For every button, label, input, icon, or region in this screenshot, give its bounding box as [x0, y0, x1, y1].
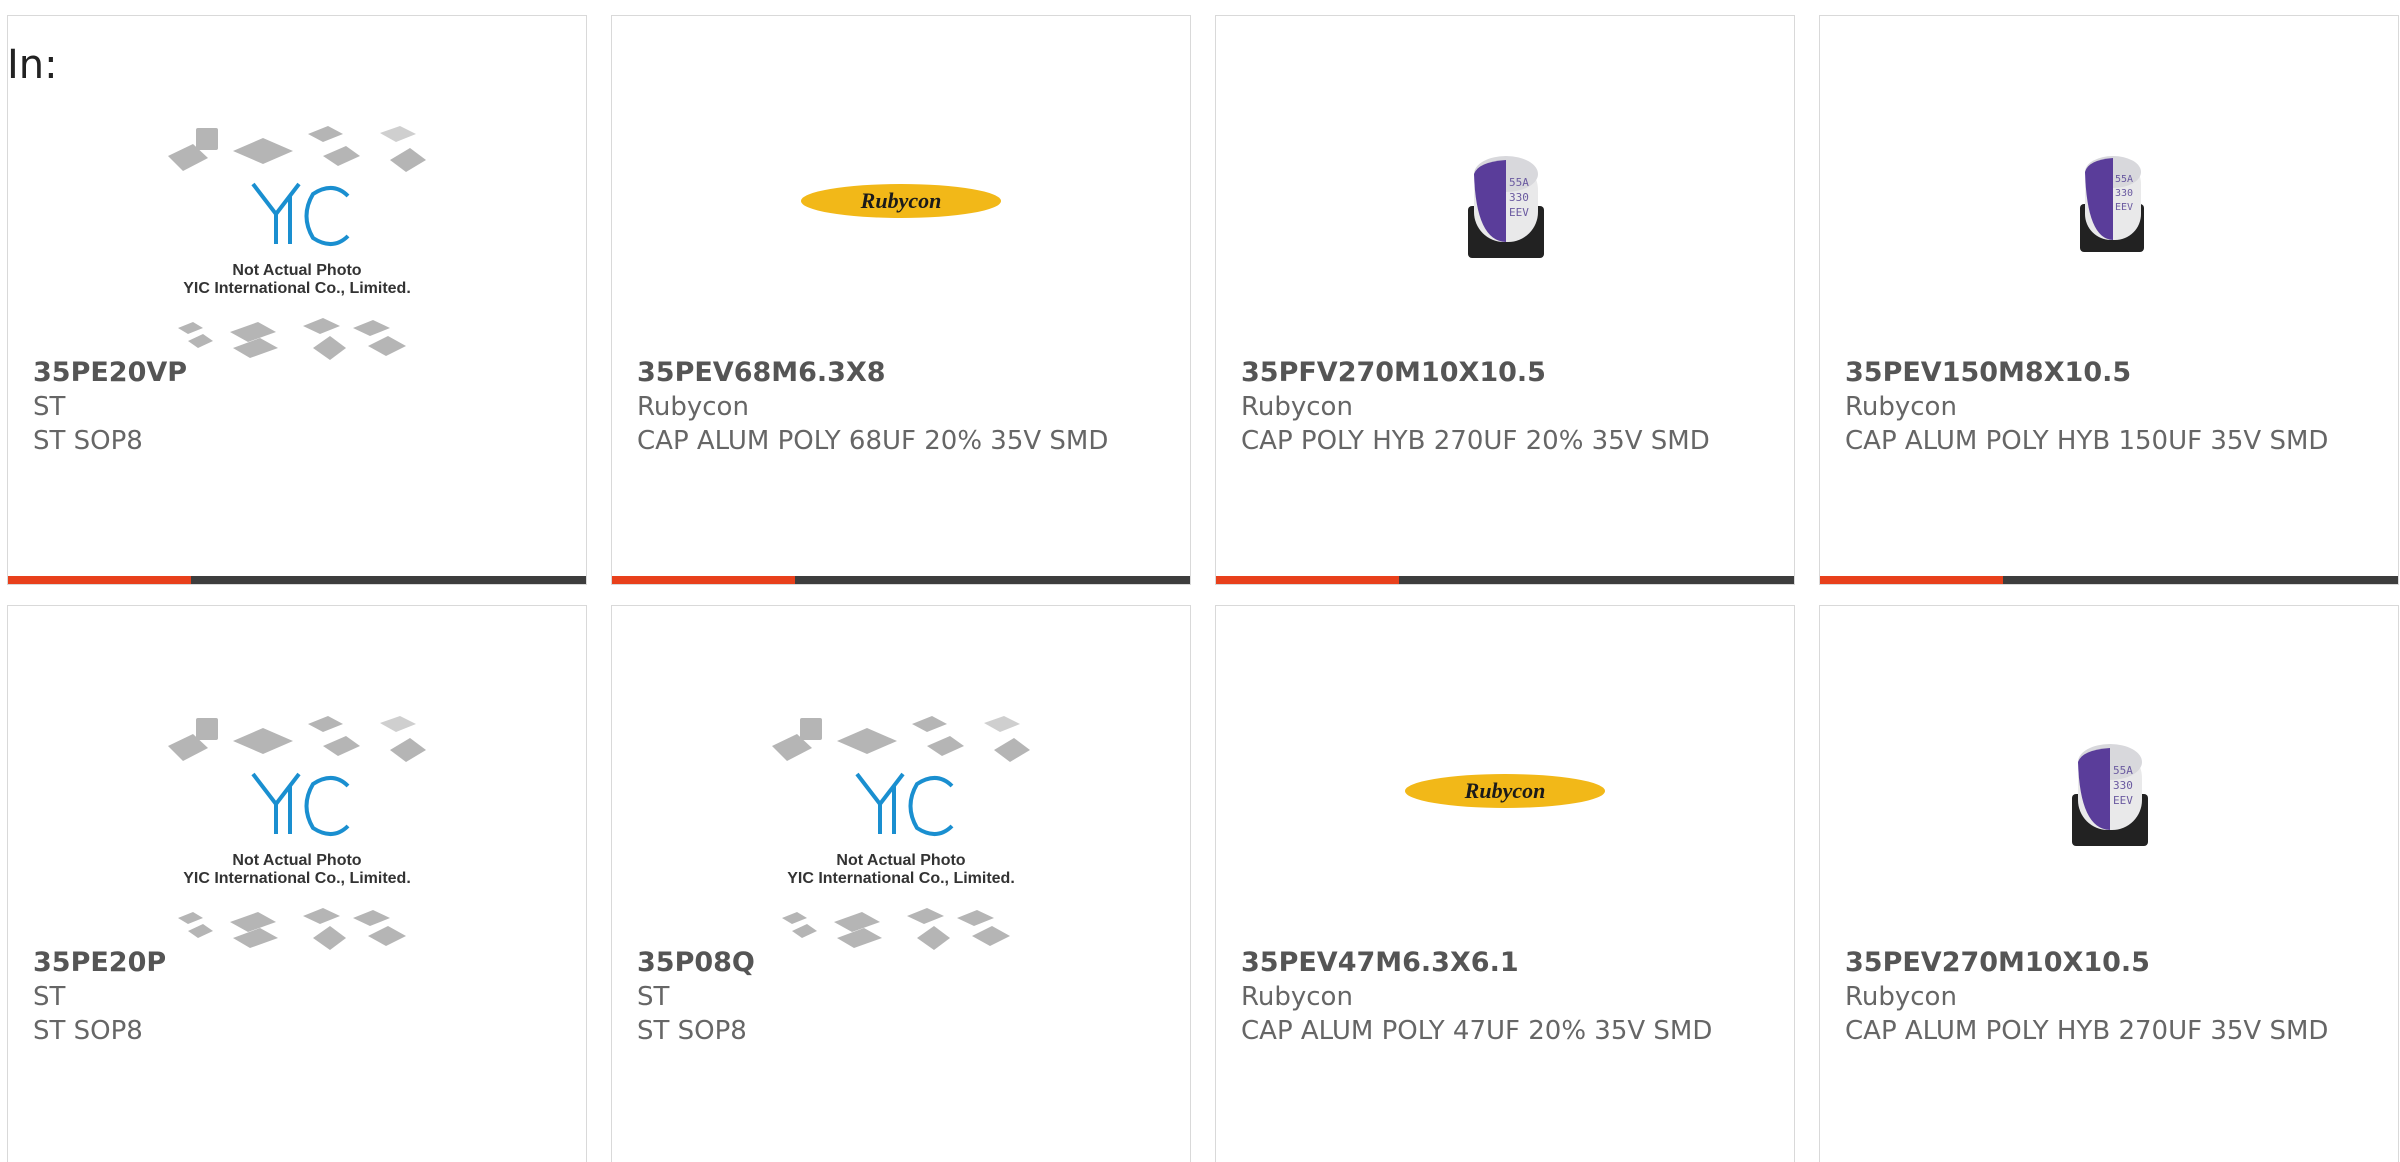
svg-text:330: 330 — [2115, 188, 2133, 199]
product-info: 35PEV270M10X10.5 Rubycon CAP ALUM POLY H… — [1845, 946, 2365, 1048]
capacitor-photo-icon: 55A 330 EEV — [2072, 744, 2148, 846]
product-card[interactable]: Rubycon 35PEV68M6.3X8 Rubycon CAP ALUM P… — [611, 15, 1191, 585]
product-card[interactable]: Not Actual Photo YIC International Co., … — [7, 15, 587, 585]
part-number[interactable]: 35PFV270M10X10.5 — [1241, 356, 1761, 390]
accent-fill — [8, 576, 191, 584]
card-accent-bar — [8, 576, 586, 584]
manufacturer: Rubycon — [637, 392, 749, 422]
product-info: 35PEV47M6.3X6.1 Rubycon CAP ALUM POLY 47… — [1241, 946, 1761, 1048]
rubycon-logo-icon: Rubycon — [801, 184, 1001, 218]
placeholder-line2: YIC International Co., Limited. — [183, 280, 411, 297]
svg-text:55A: 55A — [2115, 174, 2133, 185]
product-info: 35P08Q ST ST SOP8 — [637, 946, 1157, 1048]
filter-label: In: — [7, 42, 58, 88]
product-grid-page: In: Not Actual Photo YIC International C… — [0, 0, 2400, 1162]
part-number[interactable]: 35PE20VP — [33, 356, 553, 390]
description: CAP ALUM POLY 68UF 20% 35V SMD — [637, 426, 1109, 456]
description: ST SOP8 — [33, 1016, 143, 1046]
description: CAP ALUM POLY HYB 150UF 35V SMD — [1845, 426, 2329, 456]
product-image-logo: Rubycon — [612, 36, 1190, 366]
part-number[interactable]: 35PEV47M6.3X6.1 — [1241, 946, 1761, 980]
product-card[interactable]: Rubycon 35PEV47M6.3X6.1 Rubycon CAP ALUM… — [1215, 605, 1795, 1162]
product-card[interactable]: 55A 330 EEV 35PFV270M10X10.5 Rubycon CAP… — [1215, 15, 1795, 585]
product-image-photo: 55A 330 EEV — [1820, 36, 2398, 366]
svg-text:55A: 55A — [2113, 764, 2133, 777]
capacitor-photo-icon: 55A 330 EEV — [1468, 156, 1544, 258]
part-number[interactable]: 35PEV68M6.3X8 — [637, 356, 1157, 390]
part-number[interactable]: 35PEV270M10X10.5 — [1845, 946, 2365, 980]
card-accent-bar — [1216, 576, 1794, 584]
description: CAP ALUM POLY 47UF 20% 35V SMD — [1241, 1016, 1713, 1046]
product-card[interactable]: 55A 330 EEV 35PEV270M10X10.5 Rubycon CAP… — [1819, 605, 2399, 1162]
product-image-photo: 55A 330 EEV — [1216, 36, 1794, 366]
product-card[interactable]: Not Actual Photo YIC International Co., … — [7, 605, 587, 1162]
placeholder-line1: Not Actual Photo — [232, 262, 361, 279]
description: ST SOP8 — [33, 426, 143, 456]
product-image-photo: 55A 330 EEV — [1820, 626, 2398, 956]
svg-text:YIC International Co., Limited: YIC International Co., Limited. — [787, 870, 1015, 887]
svg-text:EEV: EEV — [2113, 794, 2133, 807]
svg-text:55A: 55A — [1509, 176, 1529, 189]
svg-text:EEV: EEV — [1509, 206, 1529, 219]
product-info: 35PEV150M8X10.5 Rubycon CAP ALUM POLY HY… — [1845, 356, 2365, 458]
svg-text:EEV: EEV — [2115, 202, 2133, 213]
svg-text:YIC International Co., Limited: YIC International Co., Limited. — [183, 870, 411, 887]
svg-text:Rubycon: Rubycon — [860, 188, 942, 213]
product-info: 35PE20P ST ST SOP8 — [33, 946, 553, 1048]
capacitor-photo-icon: 55A 330 EEV — [2080, 156, 2144, 252]
part-number[interactable]: 35PE20P — [33, 946, 553, 980]
not-actual-photo-icon: Not Actual Photo YIC International Co., … — [168, 126, 426, 360]
not-actual-photo-icon: Not Actual Photo YIC International Co., … — [168, 716, 426, 950]
accent-fill — [1820, 576, 2003, 584]
svg-text:330: 330 — [1509, 191, 1529, 204]
accent-fill — [1216, 576, 1399, 584]
manufacturer: Rubycon — [1241, 392, 1353, 422]
product-info: 35PFV270M10X10.5 Rubycon CAP POLY HYB 27… — [1241, 356, 1761, 458]
part-number[interactable]: 35P08Q — [637, 946, 1157, 980]
accent-fill — [612, 576, 795, 584]
product-info: 35PE20VP ST ST SOP8 — [33, 356, 553, 458]
manufacturer: ST — [33, 982, 66, 1012]
product-card[interactable]: Not Actual Photo YIC International Co., … — [611, 605, 1191, 1162]
manufacturer: ST — [33, 392, 66, 422]
product-image-placeholder: Not Actual Photo YIC International Co., … — [8, 36, 586, 366]
manufacturer: Rubycon — [1845, 392, 1957, 422]
svg-text:330: 330 — [2113, 779, 2133, 792]
product-image-placeholder: Not Actual Photo YIC International Co., … — [612, 626, 1190, 956]
description: CAP POLY HYB 270UF 20% 35V SMD — [1241, 426, 1710, 456]
product-image-placeholder: Not Actual Photo YIC International Co., … — [8, 626, 586, 956]
manufacturer: Rubycon — [1845, 982, 1957, 1012]
rubycon-logo-icon: Rubycon — [1405, 774, 1605, 808]
card-accent-bar — [1820, 576, 2398, 584]
manufacturer: ST — [637, 982, 670, 1012]
manufacturer: Rubycon — [1241, 982, 1353, 1012]
svg-text:Rubycon: Rubycon — [1464, 778, 1546, 803]
description: CAP ALUM POLY HYB 270UF 35V SMD — [1845, 1016, 2329, 1046]
svg-text:Not Actual Photo: Not Actual Photo — [232, 852, 361, 869]
description: ST SOP8 — [637, 1016, 747, 1046]
card-accent-bar — [612, 576, 1190, 584]
product-info: 35PEV68M6.3X8 Rubycon CAP ALUM POLY 68UF… — [637, 356, 1157, 458]
svg-text:Not Actual Photo: Not Actual Photo — [836, 852, 965, 869]
part-number[interactable]: 35PEV150M8X10.5 — [1845, 356, 2365, 390]
product-image-logo: Rubycon — [1216, 626, 1794, 956]
not-actual-photo-icon: Not Actual Photo YIC International Co., … — [772, 716, 1030, 950]
product-card[interactable]: 55A 330 EEV 35PEV150M8X10.5 Rubycon CAP … — [1819, 15, 2399, 585]
